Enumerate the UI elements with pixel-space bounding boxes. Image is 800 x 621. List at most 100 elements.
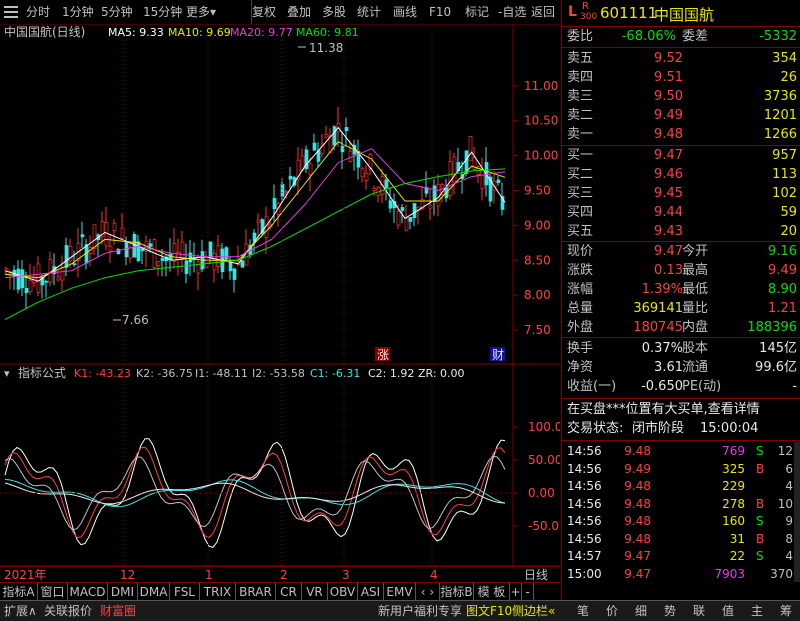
stock-code[interactable]: 601111: [600, 4, 657, 22]
sell-row-0[interactable]: 卖五 9.52 354: [562, 50, 800, 68]
stat-label: 内盘: [682, 320, 709, 335]
tab-17[interactable]: -: [522, 583, 534, 601]
tab-0[interactable]: 指标A: [0, 583, 38, 601]
toolbar-item-1[interactable]: 1分钟: [62, 0, 94, 24]
tab-11[interactable]: ASI: [358, 583, 384, 601]
indicator-name[interactable]: 指标公式: [18, 365, 66, 380]
stat-label: 量比: [682, 301, 709, 316]
tab-3[interactable]: DMI: [108, 583, 138, 601]
tab-13[interactable]: ‹ ›: [416, 583, 440, 601]
stat2-row-2: 收益(一) -0.650 PE(动) -: [562, 378, 800, 396]
indicator-collapse-icon[interactable]: ▾: [4, 367, 10, 380]
toolbar-item-12[interactable]: -自选: [498, 0, 526, 24]
cai-marker[interactable]: 财: [492, 348, 504, 362]
buy-row-1[interactable]: 买二 9.46 113: [562, 166, 800, 184]
tab-9[interactable]: VR: [302, 583, 328, 601]
tab-4[interactable]: DMA: [138, 583, 170, 601]
ticks-scrollbar[interactable]: [794, 442, 800, 582]
stat2-value: 3.61: [654, 360, 683, 375]
kline-chart[interactable]: 11.00 10.50 10.00 9.50 9.00 8.50 8.00 7.50 100.0…: [0, 24, 560, 572]
panel-button-3[interactable]: 势: [659, 601, 681, 621]
tab-16[interactable]: +: [510, 583, 522, 601]
tick-time: 14:56: [567, 461, 602, 476]
tab-14[interactable]: 指标B: [440, 583, 474, 601]
toolbar-item-3[interactable]: 15分钟: [143, 0, 182, 24]
tick-side: S: [756, 514, 764, 528]
toolbar-item-6[interactable]: 叠加: [287, 0, 311, 24]
tab-1[interactable]: 窗口: [38, 583, 68, 601]
buy-vol: 20: [780, 224, 797, 239]
tick-count: 12: [777, 444, 793, 458]
tick-row-4: 14:56 9.48 160 S 9: [562, 513, 800, 530]
badge-r: R: [582, 1, 589, 12]
candle: [132, 234, 137, 258]
notice-row[interactable]: 在买盘***位置有大买单,查看详情: [562, 401, 800, 419]
tick-time: 14:56: [567, 444, 602, 458]
tab-5[interactable]: FSL: [170, 583, 200, 601]
quote-header: L R 300 601111 中国国航: [562, 0, 800, 26]
low-price-label: 7.66: [122, 313, 149, 327]
buy-row-0[interactable]: 买一 9.47 957: [562, 147, 800, 165]
panel-button-4[interactable]: 联: [688, 601, 710, 621]
tab-8[interactable]: CR: [276, 583, 302, 601]
zhang-marker[interactable]: 涨: [377, 347, 389, 362]
toolbar-item-13[interactable]: 返回: [531, 0, 555, 24]
tab-12[interactable]: EMV: [384, 583, 416, 601]
buy-row-3[interactable]: 买四 9.44 59: [562, 204, 800, 222]
toolbar-item-0[interactable]: 分时: [26, 0, 50, 24]
candle: [64, 245, 69, 268]
candle: [28, 279, 33, 292]
stock-name[interactable]: 中国国航: [654, 4, 714, 25]
panel-button-0[interactable]: 笔: [572, 601, 594, 621]
panel-button-6[interactable]: 主: [746, 601, 768, 621]
status-left-0[interactable]: 扩展∧: [4, 601, 37, 621]
toolbar-item-2[interactable]: 5分钟: [101, 0, 133, 24]
toolbar-item-9[interactable]: 画线: [393, 0, 417, 24]
status-right-1[interactable]: 图文F10: [466, 601, 512, 621]
sell-row-2[interactable]: 卖三 9.50 3736: [562, 88, 800, 106]
candle: [288, 175, 293, 180]
panel-button-5[interactable]: 值: [717, 601, 739, 621]
toolbar-item-10[interactable]: F10: [429, 0, 451, 24]
candle: [60, 266, 65, 281]
panel-button-7[interactable]: 筹: [775, 601, 797, 621]
indicator-value-6: ZR: 0.00: [418, 367, 465, 380]
sell-row-3[interactable]: 卖二 9.49 1201: [562, 107, 800, 125]
candle: [148, 243, 153, 247]
sell-vol: 1201: [763, 108, 797, 123]
period-label-box[interactable]: 日线: [524, 567, 548, 583]
toolbar-item-7[interactable]: 多股: [322, 0, 346, 24]
indicator-tick: 50.00: [528, 453, 560, 467]
status-right-0[interactable]: 新用户福利专享: [378, 601, 462, 621]
toolbar-item-11[interactable]: 标记: [465, 0, 489, 24]
candle: [208, 241, 213, 258]
ma-label-0: MA5: 9.33: [108, 26, 164, 39]
candle: [172, 243, 177, 262]
tab-7[interactable]: BRAR: [236, 583, 276, 601]
tick-price: 9.47: [624, 566, 651, 581]
tick-side: B: [756, 496, 765, 511]
buy-row-2[interactable]: 买三 9.45 102: [562, 185, 800, 203]
status-left-2[interactable]: 财富圈: [100, 601, 136, 621]
buy-row-4[interactable]: 买五 9.43 20: [562, 223, 800, 241]
status-right-2[interactable]: 侧边栏«: [512, 601, 555, 621]
tab-15[interactable]: 模 板: [474, 583, 510, 601]
indicator-value-0: K1: -43.23: [74, 367, 131, 380]
status-left-1[interactable]: 关联报价: [44, 601, 92, 621]
tick-count: 4: [785, 479, 793, 493]
panel-button-2[interactable]: 细: [630, 601, 652, 621]
weicha-value: -5332: [759, 29, 797, 44]
buy-price: 9.43: [654, 224, 683, 239]
tab-6[interactable]: TRIX: [200, 583, 236, 601]
toolbar-item-5[interactable]: 复权: [251, 0, 276, 24]
toolbar-item-4[interactable]: 更多▾: [186, 0, 216, 24]
panel-button-1[interactable]: 价: [601, 601, 623, 621]
sell-row-1[interactable]: 卖四 9.51 26: [562, 69, 800, 87]
stat2-label: 股本: [682, 341, 709, 356]
toolbar-item-8[interactable]: 统计: [357, 0, 381, 24]
tab-10[interactable]: OBV: [328, 583, 358, 601]
menu-icon[interactable]: [4, 6, 18, 18]
tab-2[interactable]: MACD: [68, 583, 108, 601]
sell-row-4[interactable]: 卖一 9.48 1266: [562, 126, 800, 144]
notice-text[interactable]: 在买盘***位置有大买单,查看详情: [567, 401, 760, 419]
